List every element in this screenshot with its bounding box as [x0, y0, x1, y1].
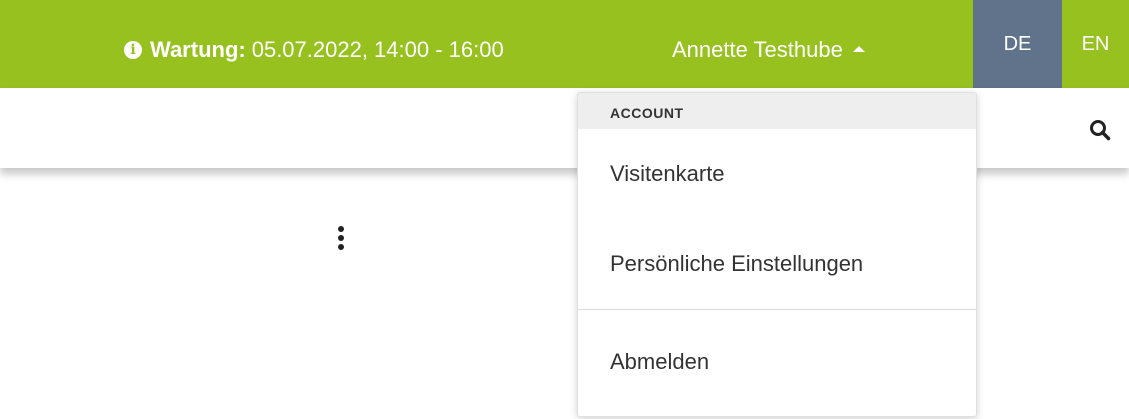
dropdown-header: ACCOUNT [578, 93, 976, 129]
user-name: Annette Testhube [672, 37, 843, 62]
kebab-icon[interactable] [335, 226, 347, 258]
account-dropdown-menu: ACCOUNT Visitenkarte Persönliche Einstel… [577, 92, 977, 417]
search-icon[interactable] [1089, 119, 1111, 141]
caret-up-icon [852, 46, 865, 52]
info-icon: i [124, 41, 142, 59]
menu-item-persoenliche-einstellungen[interactable]: Persönliche Einstellungen [578, 219, 976, 309]
menu-item-abmelden[interactable]: Abmelden [578, 310, 976, 414]
menu-item-visitenkarte[interactable]: Visitenkarte [578, 129, 976, 219]
maintenance-text: 05.07.2022, 14:00 - 16:00 [251, 37, 504, 62]
maintenance-label: Wartung: [150, 37, 246, 62]
top-bar: i Wartung: 05.07.2022, 14:00 - 16:00 Ann… [0, 0, 1129, 88]
language-en-button[interactable]: EN [1062, 0, 1129, 88]
language-de-button[interactable]: DE [973, 0, 1062, 88]
maintenance-notice: i Wartung: 05.07.2022, 14:00 - 16:00 [124, 36, 504, 64]
user-menu-toggle[interactable]: Annette Testhube [672, 36, 865, 64]
